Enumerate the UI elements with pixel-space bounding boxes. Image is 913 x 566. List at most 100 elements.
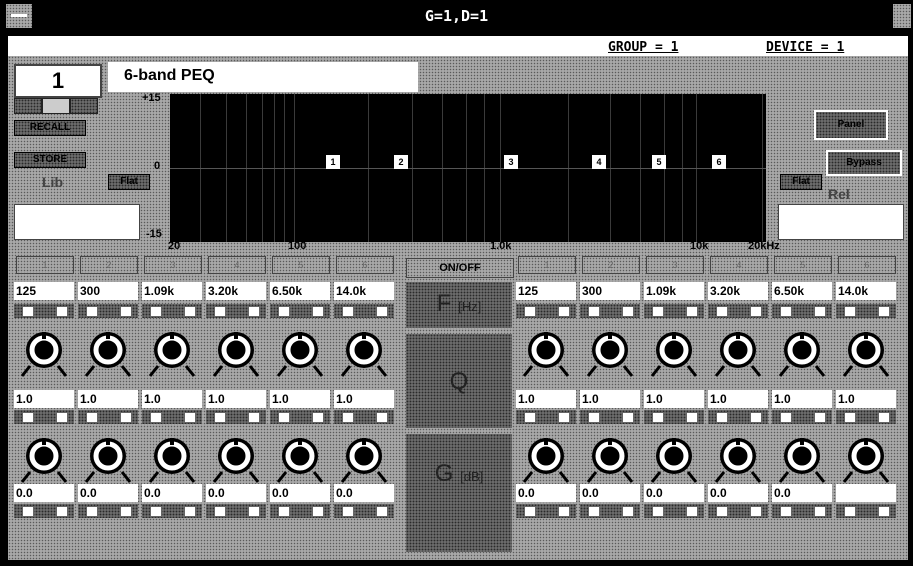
left-band-6-freq-stepper[interactable] [334,304,394,318]
left-band-4-toggle[interactable]: 4 [208,256,266,274]
right-band-2-toggle[interactable]: 2 [582,256,640,274]
right-band-3-gain[interactable]: 0.0 [644,484,704,502]
right-band-4-toggle[interactable]: 4 [710,256,768,274]
left-band-6-gain[interactable]: 0.0 [334,484,394,502]
gain-knob-icon[interactable] [338,432,390,484]
gain-knob-icon[interactable] [210,432,262,484]
right-band-6-freq-stepper[interactable] [836,304,896,318]
left-band-4-q-stepper[interactable] [206,410,266,424]
left-band-4-freq[interactable]: 3.20k [206,282,266,300]
right-band-6-q[interactable]: 1.0 [836,390,896,408]
right-band-5-freq[interactable]: 6.50k [772,282,832,300]
right-band-6-q-stepper[interactable] [836,410,896,424]
right-band-4-gain[interactable]: 0.0 [708,484,768,502]
q-knob-icon[interactable] [648,326,700,378]
left-band-2-gain[interactable]: 0.0 [78,484,138,502]
left-band-1-freq-stepper[interactable] [14,304,74,318]
gain-knob-icon[interactable] [274,432,326,484]
right-band-1-freq-stepper[interactable] [516,304,576,318]
right-band-6-toggle[interactable]: 6 [838,256,896,274]
band-marker-1[interactable]: 1 [326,155,340,169]
preset-mid-button[interactable] [42,98,70,114]
left-band-6-q[interactable]: 1.0 [334,390,394,408]
right-band-2-q[interactable]: 1.0 [580,390,640,408]
on-off-header[interactable]: ON/OFF [406,258,514,278]
left-band-3-toggle[interactable]: 3 [144,256,202,274]
q-knob-icon[interactable] [210,326,262,378]
left-band-2-freq[interactable]: 300 [78,282,138,300]
right-band-5-toggle[interactable]: 5 [774,256,832,274]
close-icon[interactable] [893,4,911,28]
left-band-5-q-stepper[interactable] [270,410,330,424]
right-band-6-freq[interactable]: 14.0k [836,282,896,300]
left-band-4-gain-stepper[interactable] [206,504,266,518]
gain-knob-icon[interactable] [648,432,700,484]
band-marker-4[interactable]: 4 [592,155,606,169]
right-band-4-freq-stepper[interactable] [708,304,768,318]
left-band-3-gain[interactable]: 0.0 [142,484,202,502]
q-knob-icon[interactable] [146,326,198,378]
flat-right-button[interactable]: Flat [780,174,822,190]
right-band-1-gain-stepper[interactable] [516,504,576,518]
preset-up-button[interactable] [70,98,98,114]
left-band-6-freq[interactable]: 14.0k [334,282,394,300]
left-band-2-q-stepper[interactable] [78,410,138,424]
left-band-4-freq-stepper[interactable] [206,304,266,318]
right-band-1-q[interactable]: 1.0 [516,390,576,408]
right-band-2-gain[interactable]: 0.0 [580,484,640,502]
band-marker-6[interactable]: 6 [712,155,726,169]
q-knob-icon[interactable] [338,326,390,378]
left-band-2-freq-stepper[interactable] [78,304,138,318]
flat-left-button[interactable]: Flat [108,174,150,190]
q-knob-icon[interactable] [712,326,764,378]
left-band-1-freq[interactable]: 125 [14,282,74,300]
gain-knob-icon[interactable] [146,432,198,484]
right-band-5-q-stepper[interactable] [772,410,832,424]
band-marker-3[interactable]: 3 [504,155,518,169]
q-knob-icon[interactable] [776,326,828,378]
left-band-6-toggle[interactable]: 6 [336,256,394,274]
left-band-1-q-stepper[interactable] [14,410,74,424]
right-band-3-freq-stepper[interactable] [644,304,704,318]
gain-knob-icon[interactable] [82,432,134,484]
panel-button[interactable]: Panel [814,110,888,140]
left-band-2-gain-stepper[interactable] [78,504,138,518]
recall-button[interactable]: RECALL [14,120,86,136]
q-knob-icon[interactable] [82,326,134,378]
left-band-2-toggle[interactable]: 2 [80,256,138,274]
right-band-4-freq[interactable]: 3.20k [708,282,768,300]
left-band-5-freq-stepper[interactable] [270,304,330,318]
left-band-4-gain[interactable]: 0.0 [206,484,266,502]
left-band-3-q[interactable]: 1.0 [142,390,202,408]
q-knob-icon[interactable] [584,326,636,378]
right-band-4-q[interactable]: 1.0 [708,390,768,408]
right-band-5-gain[interactable]: 0.0 [772,484,832,502]
gain-knob-icon[interactable] [584,432,636,484]
right-band-3-q[interactable]: 1.0 [644,390,704,408]
right-band-6-gain[interactable] [836,484,896,502]
left-band-2-q[interactable]: 1.0 [78,390,138,408]
right-band-2-freq[interactable]: 300 [580,282,640,300]
left-band-1-gain-stepper[interactable] [14,504,74,518]
right-band-4-gain-stepper[interactable] [708,504,768,518]
right-text-box[interactable] [778,204,904,240]
band-marker-2[interactable]: 2 [394,155,408,169]
right-band-1-q-stepper[interactable] [516,410,576,424]
gain-knob-icon[interactable] [776,432,828,484]
right-band-5-gain-stepper[interactable] [772,504,832,518]
q-knob-icon[interactable] [840,326,892,378]
right-band-1-freq[interactable]: 125 [516,282,576,300]
right-band-2-q-stepper[interactable] [580,410,640,424]
q-knob-icon[interactable] [274,326,326,378]
right-band-4-q-stepper[interactable] [708,410,768,424]
left-band-1-q[interactable]: 1.0 [14,390,74,408]
left-band-1-gain[interactable]: 0.0 [14,484,74,502]
right-band-5-freq-stepper[interactable] [772,304,832,318]
left-band-5-toggle[interactable]: 5 [272,256,330,274]
band-marker-5[interactable]: 5 [652,155,666,169]
right-band-1-gain[interactable]: 0.0 [516,484,576,502]
left-band-3-gain-stepper[interactable] [142,504,202,518]
right-band-6-gain-stepper[interactable] [836,504,896,518]
left-band-5-gain[interactable]: 0.0 [270,484,330,502]
right-band-3-freq[interactable]: 1.09k [644,282,704,300]
